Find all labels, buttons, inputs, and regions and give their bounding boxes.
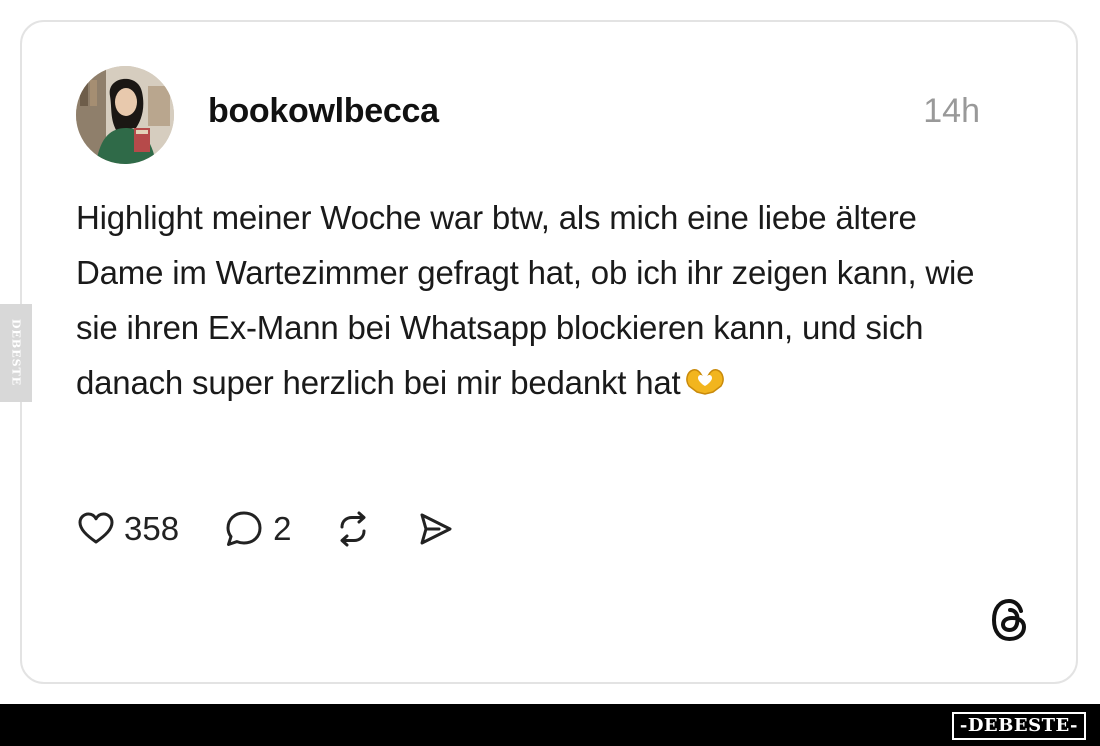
side-watermark: DEBESTE [0, 304, 32, 402]
reply-count: 2 [273, 510, 292, 547]
brand-stamp: -DEBESTE- [951, 712, 1086, 740]
repost-button[interactable] [333, 509, 373, 549]
share-button[interactable] [415, 509, 455, 549]
post-text: Highlight meiner Woche war btw, als mich… [76, 199, 975, 401]
heart-icon [78, 512, 114, 544]
avatar[interactable] [76, 66, 174, 164]
send-icon [420, 513, 452, 545]
post-body: Highlight meiner Woche war btw, als mich… [76, 190, 996, 412]
avatar-illustration [76, 66, 174, 164]
repost-icon [340, 511, 366, 547]
post-card: bookowlbecca 14h Highlight meiner Woche … [20, 20, 1078, 684]
reply-button[interactable]: 2 [223, 508, 291, 550]
username[interactable]: bookowlbecca [208, 92, 439, 131]
bottom-bar: -DEBESTE- [0, 704, 1100, 746]
threads-logo-icon [988, 596, 1032, 649]
post-actions: 358 2 [76, 504, 455, 554]
post-timestamp: 14h [923, 92, 980, 130]
like-count: 358 [124, 510, 180, 547]
like-button[interactable]: 358 [76, 509, 179, 549]
side-watermark-text: DEBESTE [9, 319, 23, 387]
comment-bubble-icon [226, 511, 262, 546]
heart-hands-emoji-icon [683, 357, 727, 412]
